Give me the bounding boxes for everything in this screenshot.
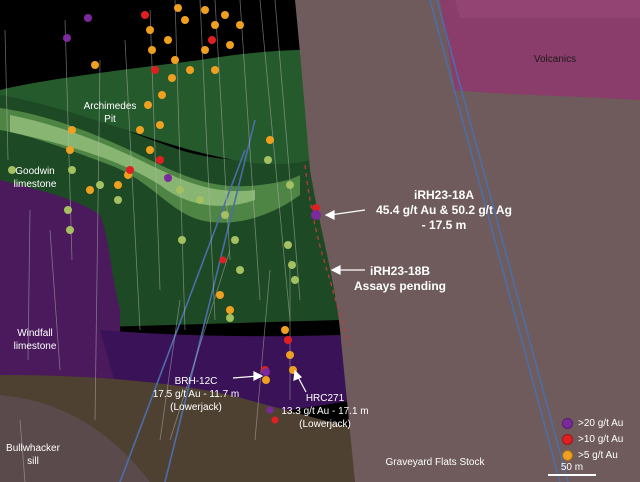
legend-item-20: >20 g/t Au <box>562 416 638 431</box>
label-goodwin-limestone: Goodwin limestone <box>13 166 57 190</box>
legend-item-10: >10 g/t Au <box>562 432 638 447</box>
callout-brh-12c: BRH-12C 17.5 g/t Au - 11.7 m (Lowerjack) <box>152 376 240 413</box>
label-graveyard-flats-stock: Graveyard Flats Stock <box>385 457 485 468</box>
scale-line <box>548 474 596 476</box>
legend-item-5: >5 g/t Au <box>562 448 638 463</box>
callout-irh23-18a: iRH23-18A 45.4 g/t Au & 50.2 g/t Ag - 17… <box>376 188 512 232</box>
legend-label-20: >20 g/t Au <box>578 418 624 429</box>
label-archimedes-pit: Archimedes Pit <box>83 101 137 125</box>
scale-label: 50 m <box>560 462 584 473</box>
callout-irh23-18b: iRH23-18B Assays pending <box>353 264 447 293</box>
grade-20-swatch <box>562 418 573 429</box>
volcanics-top-band <box>455 0 640 18</box>
grade-legend: >20 g/t Au >10 g/t Au >5 g/t Au <box>562 416 638 464</box>
scale-bar: 50 m <box>548 462 628 476</box>
grade-10-swatch <box>562 434 573 445</box>
legend-label-10: >10 g/t Au <box>578 434 624 445</box>
label-bullwhacker-sill: Bullwhacker sill <box>6 443 60 467</box>
callout-hrc271: HRC271 13.3 g/t Au - 17.1 m (Lowerjack) <box>281 393 369 430</box>
legend-label-5: >5 g/t Au <box>578 450 618 461</box>
geologic-cross-section-map: Archimedes Pit Goodwin limestone Windfal… <box>0 0 640 482</box>
label-windfall-limestone: Windfall limestone <box>13 328 57 352</box>
grade-5-swatch <box>562 450 573 461</box>
label-volcanics: Volcanics <box>533 54 577 65</box>
